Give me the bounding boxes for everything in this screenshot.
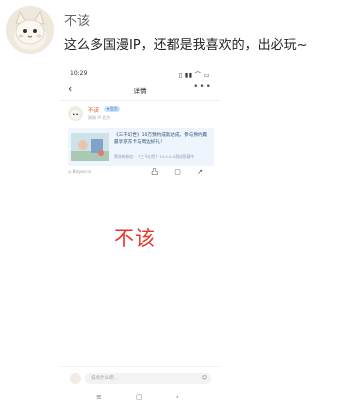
home-icon[interactable]: ▢ bbox=[136, 393, 143, 401]
status-bar: 10:29 ▯ ▮▮ ⌒ ▭ bbox=[60, 66, 220, 80]
member-badge: ★会员 bbox=[104, 106, 120, 112]
status-icons: ▯ ▮▮ ⌒ ▭ bbox=[178, 72, 210, 79]
handwritten-watermark: 不该 bbox=[114, 226, 156, 250]
emoji-icon[interactable]: ☺ bbox=[202, 375, 207, 381]
inner-avatar[interactable] bbox=[68, 106, 83, 121]
comment-bar: 说点什么吧... ☺ bbox=[60, 366, 220, 389]
post-text: 这么多国漫IP，还都是我喜欢的，出必玩~ bbox=[64, 38, 308, 53]
post-author-name[interactable]: 不该 bbox=[64, 10, 90, 29]
status-time: 10:29 bbox=[70, 70, 88, 77]
embedded-screenshot[interactable]: 10:29 ▯ ▮▮ ⌒ ▭ ‹ 详情 ••• 不该 ★会员 刚刚 IP 北京 … bbox=[60, 66, 220, 414]
comment-input[interactable]: 说点什么吧... ☺ bbox=[85, 373, 211, 384]
more-options-icon[interactable]: ••• bbox=[193, 82, 212, 92]
back-icon[interactable]: ‹ bbox=[176, 393, 179, 401]
detail-nav-bar: ‹ 详情 ••• bbox=[60, 80, 220, 100]
game-link-card[interactable]: 《三千幻世》10万预约成就达成，参与预约赢最享京东卡与周边好礼！ 等你的参加 ·… bbox=[68, 128, 214, 166]
card-title: 《三千幻世》10万预约成就达成，参与预约赢最享京东卡与周边好礼！ bbox=[114, 133, 208, 145]
avatar[interactable] bbox=[6, 6, 54, 54]
system-nav-bar: ≡ ▢ ‹ bbox=[60, 390, 220, 406]
comment-avatar bbox=[70, 373, 81, 384]
inner-author-name[interactable]: 不该 bbox=[88, 106, 99, 114]
comment-placeholder: 说点什么吧... bbox=[91, 376, 118, 381]
card-subtitle: 等你的参加 · 《三千幻世》10.0.0.0测试招募中 bbox=[114, 154, 195, 159]
inner-post-footer: ◎ Bizyon.ia bbox=[68, 169, 91, 174]
game-cover-image bbox=[71, 133, 109, 161]
divider bbox=[60, 100, 220, 101]
inner-post-meta: 刚刚 IP 北京 bbox=[88, 115, 111, 120]
menu-icon[interactable]: ≡ bbox=[96, 393, 102, 401]
post-actions[interactable]: 凸 ▢ ↗ bbox=[151, 167, 210, 177]
